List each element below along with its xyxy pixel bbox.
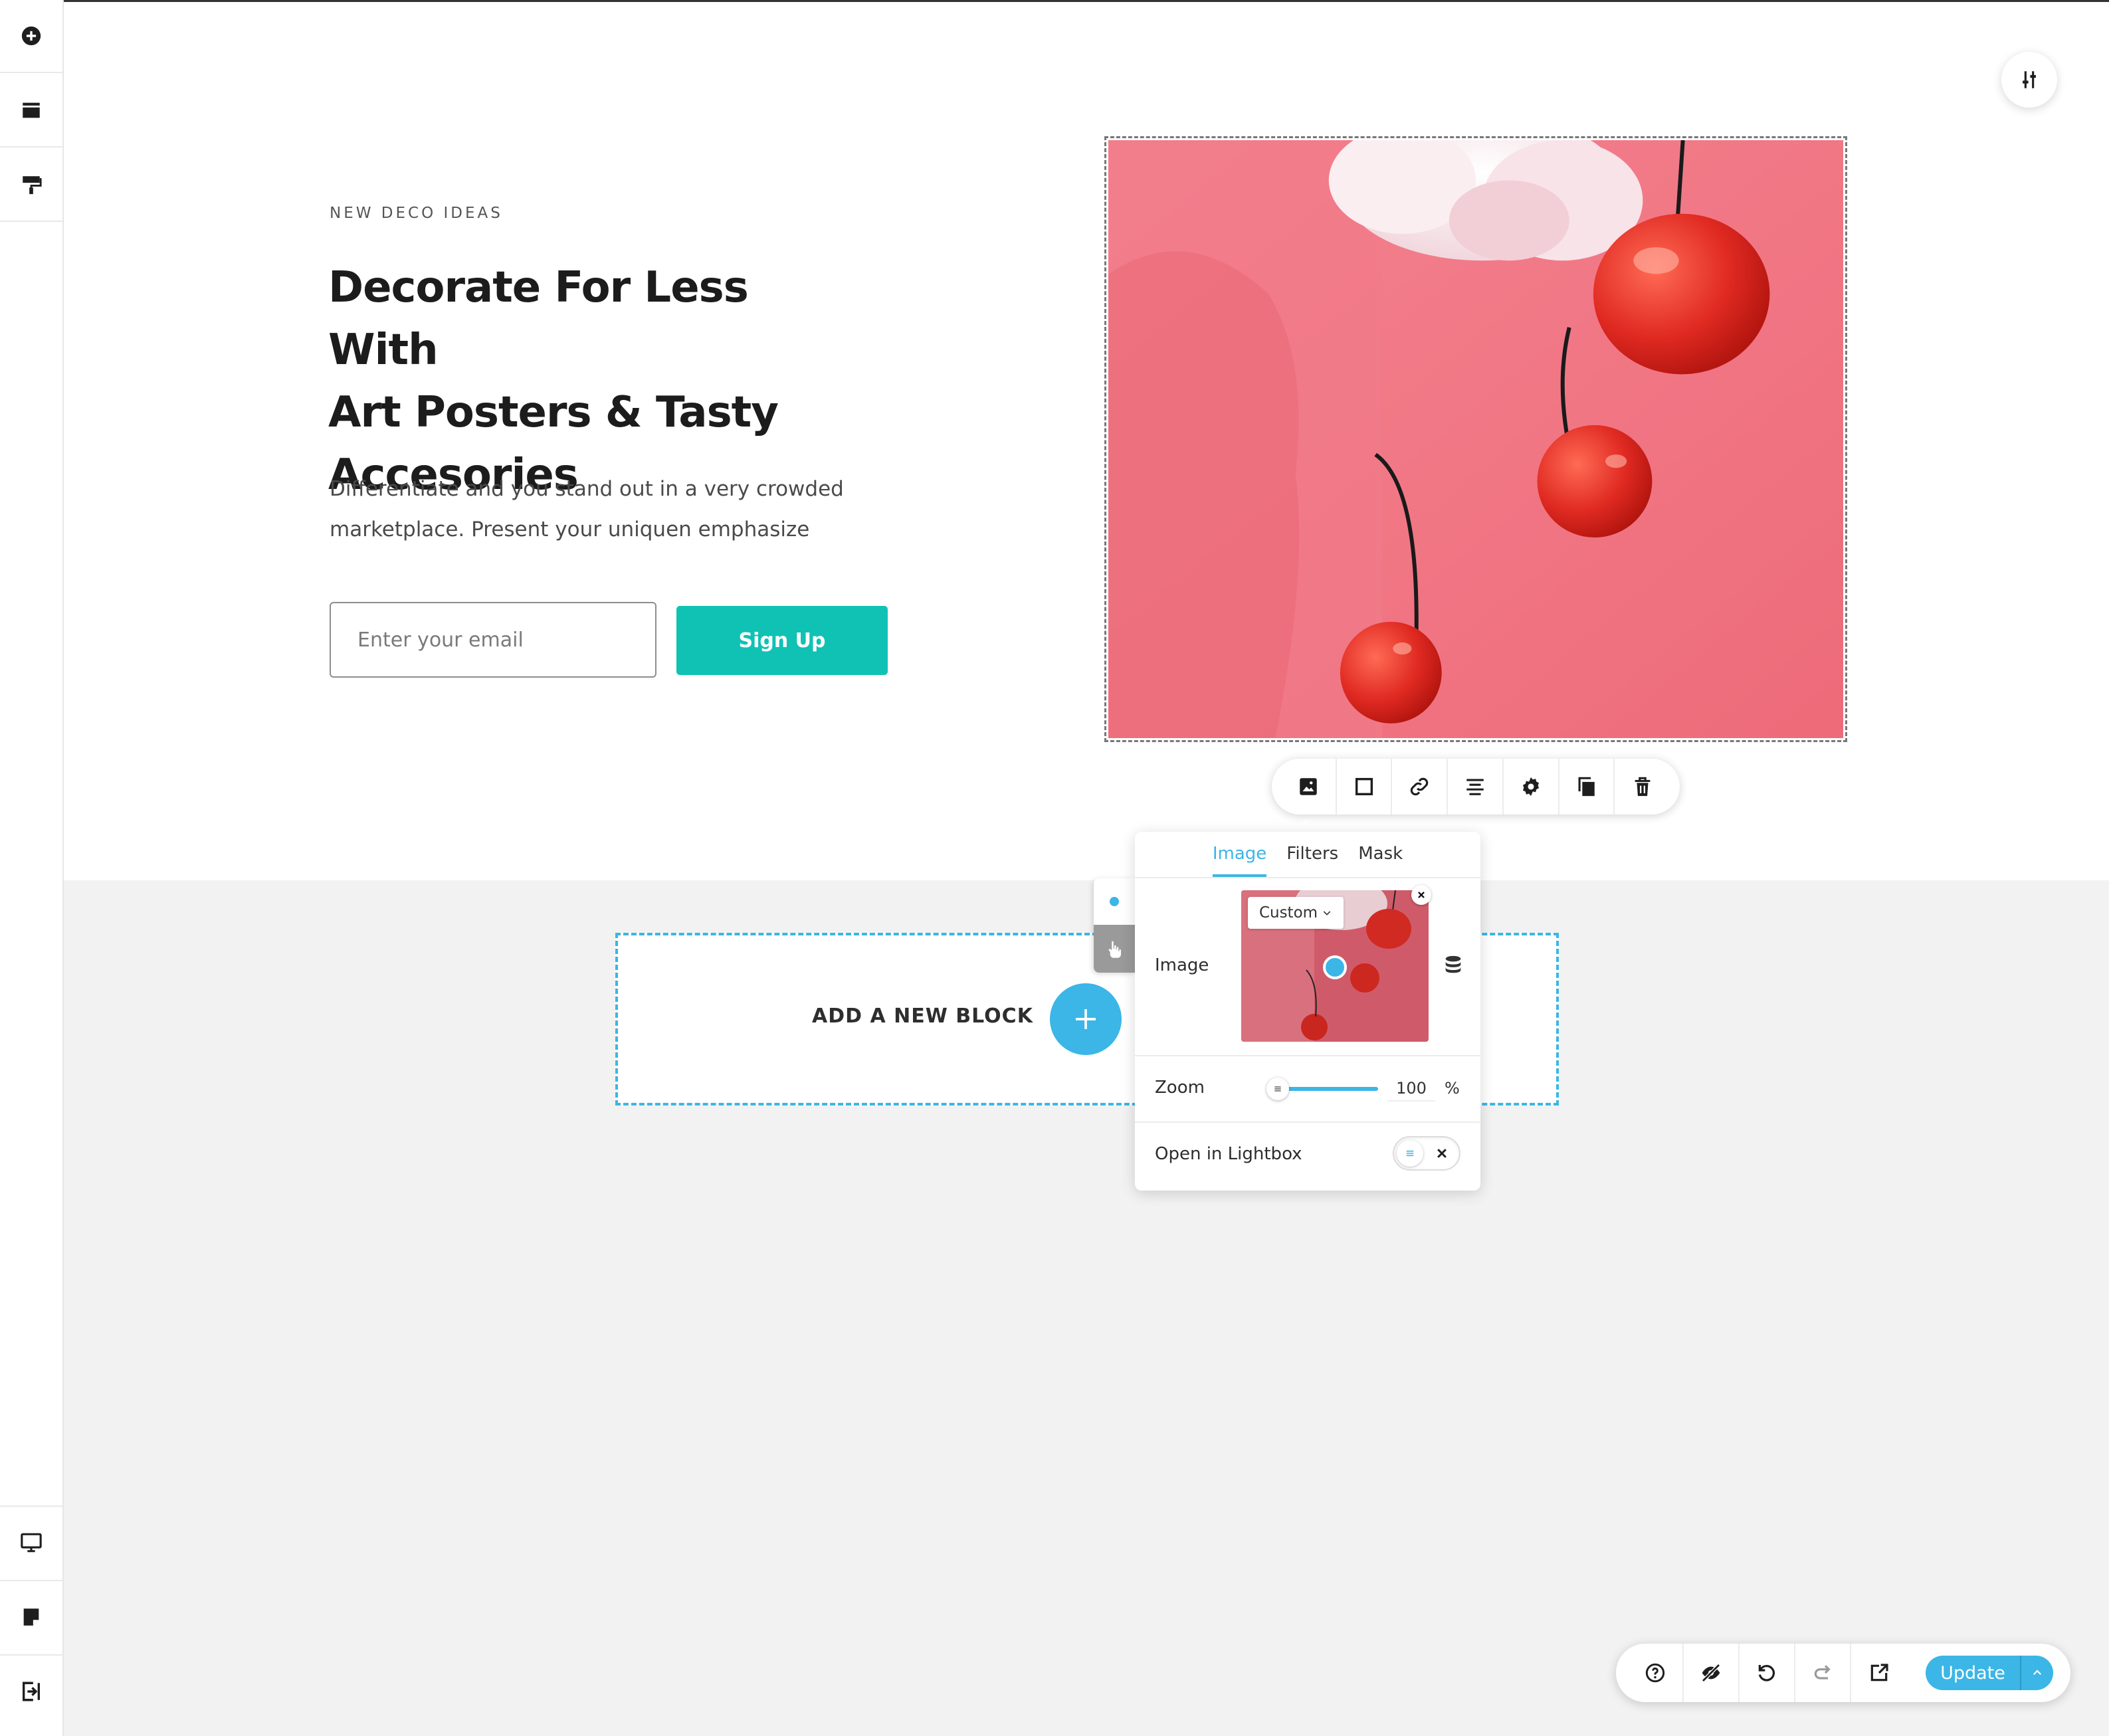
grip-icon — [1274, 1086, 1281, 1092]
zoom-value-input[interactable]: 100 — [1387, 1075, 1435, 1102]
hide-icon — [1702, 1664, 1720, 1682]
desktop-icon — [21, 1533, 42, 1553]
close-icon — [1437, 1149, 1447, 1158]
paint-roller-icon — [23, 176, 42, 195]
zoom-slider-track[interactable] — [1285, 1087, 1378, 1091]
delete-button[interactable] — [1615, 759, 1670, 815]
popover-divider — [1135, 1055, 1480, 1056]
pages-button[interactable] — [0, 1580, 62, 1653]
trash-icon — [1635, 777, 1651, 797]
signup-button[interactable]: Sign Up — [676, 606, 888, 675]
left-sidebar — [0, 0, 64, 1736]
tab-mask[interactable]: Mask — [1358, 844, 1403, 877]
duplicate-icon — [1578, 777, 1595, 797]
image-size-value: Custom — [1258, 904, 1318, 921]
zoom-label: Zoom — [1155, 1078, 1205, 1098]
toggle-knob — [1397, 1140, 1423, 1167]
undo-icon — [1758, 1665, 1775, 1682]
link-icon — [1411, 777, 1429, 796]
redo-button[interactable] — [1795, 1644, 1851, 1702]
help-icon — [1645, 1663, 1665, 1683]
undo-button[interactable] — [1740, 1644, 1795, 1702]
open-preview-button[interactable] — [1851, 1644, 1907, 1702]
layout-icon — [23, 102, 40, 118]
settings-button[interactable] — [1504, 759, 1559, 815]
paragraph-line: marketplace. Present your uniquen emphas… — [330, 518, 810, 541]
desktop-mode-tab[interactable] — [1094, 878, 1135, 925]
add-element-button[interactable] — [0, 0, 62, 73]
gear-icon — [1522, 777, 1539, 797]
external-link-icon — [1870, 1664, 1888, 1682]
lightbox-label: Open in Lightbox — [1155, 1144, 1302, 1164]
help-button[interactable] — [1628, 1644, 1684, 1702]
duplicate-button[interactable] — [1559, 759, 1615, 815]
chevron-down-icon — [1323, 911, 1331, 916]
tab-image[interactable]: Image — [1212, 844, 1267, 877]
hero-paragraph: Differentiate and you stand out in a ver… — [330, 469, 874, 550]
image-icon — [1300, 778, 1317, 795]
update-group: Update — [1926, 1656, 2053, 1690]
image-row-label: Image — [1155, 955, 1209, 975]
redo-icon — [1814, 1665, 1831, 1680]
popover-tabs: Image Filters Mask — [1135, 832, 1480, 878]
eyebrow-text: NEW DECO IDEAS — [330, 205, 503, 222]
zoom-unit: % — [1445, 1079, 1460, 1098]
styles-button[interactable] — [0, 149, 62, 222]
update-button[interactable]: Update — [1926, 1656, 2021, 1690]
popover-arrow — [1293, 820, 1317, 832]
image-toolbar — [1272, 759, 1680, 815]
tab-filters[interactable]: Filters — [1286, 844, 1338, 877]
dot-icon — [1110, 897, 1119, 906]
border-button[interactable] — [1337, 759, 1393, 815]
popover-device-tabs — [1094, 878, 1135, 973]
device-desktop-button[interactable] — [0, 1505, 62, 1579]
image-settings-button[interactable] — [1281, 759, 1337, 815]
headline-line: Art Posters & Tasty — [328, 388, 779, 437]
preview-toggle-button[interactable] — [1684, 1644, 1740, 1702]
focal-point-handle[interactable] — [1323, 955, 1347, 979]
add-block-button[interactable] — [1050, 983, 1122, 1055]
align-button[interactable] — [1448, 759, 1504, 815]
border-icon — [1355, 777, 1373, 796]
add-icon — [21, 26, 41, 46]
add-block-label: ADD A NEW BLOCK — [812, 1005, 1033, 1028]
grip-icon — [1406, 1150, 1414, 1157]
pointer-hand-icon — [1108, 941, 1121, 958]
lightbox-toggle[interactable] — [1393, 1136, 1460, 1171]
email-input[interactable] — [330, 602, 656, 678]
hover-mode-tab[interactable] — [1094, 925, 1135, 973]
paragraph-line: Differentiate and you stand out in a ver… — [330, 477, 844, 501]
image-size-select[interactable]: Custom — [1248, 897, 1344, 929]
chevron-up-icon — [2033, 1670, 2042, 1676]
selected-image-frame[interactable] — [1104, 136, 1847, 742]
exit-icon — [22, 1682, 41, 1701]
page-icon — [23, 1608, 39, 1626]
bottom-toolbar: Update — [1616, 1644, 2070, 1702]
close-icon — [1418, 892, 1425, 898]
remove-image-button[interactable] — [1411, 885, 1431, 905]
popover-divider — [1135, 1121, 1480, 1123]
exit-button[interactable] — [0, 1654, 62, 1727]
headline-line: Decorate For Less With — [328, 263, 749, 375]
plus-icon — [1076, 1009, 1096, 1029]
image-settings-popover: Image Filters Mask Image Custom Zoom 100… — [1135, 832, 1480, 1191]
sliders-icon — [2023, 71, 2036, 88]
link-button[interactable] — [1392, 759, 1449, 815]
blocks-button[interactable] — [0, 74, 62, 147]
update-options-button[interactable] — [2021, 1656, 2053, 1690]
hero-image[interactable] — [1108, 140, 1843, 738]
database-icon[interactable] — [1442, 954, 1464, 977]
section-settings-button[interactable] — [2001, 52, 2057, 108]
zoom-slider-handle[interactable] — [1266, 1078, 1289, 1100]
align-center-icon — [1466, 779, 1484, 795]
